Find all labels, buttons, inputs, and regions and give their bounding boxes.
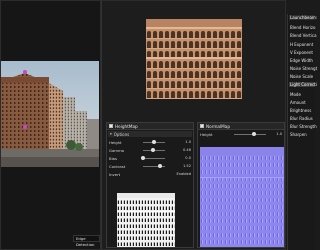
prop-item[interactable]: Noise Scale — [290, 74, 313, 79]
param-gamma-label: Gamma — [109, 147, 124, 153]
gamma-slider[interactable] — [143, 147, 165, 152]
param-gamma-value: 0.46 — [182, 148, 191, 152]
param-gamma: Gamma 0.46 — [109, 147, 191, 153]
normalmap-preview — [200, 147, 284, 247]
normalmap-title-bar[interactable]: NormalMap — [198, 123, 284, 130]
property-list: Launchbeam: Blend Horizo Blend Vertica H… — [287, 14, 317, 250]
normalmap-title: NormalMap — [206, 123, 230, 129]
prop-item[interactable]: Noise Strengt — [290, 66, 317, 71]
input-photo — [1, 61, 99, 167]
prop-item[interactable]: Blur Radius — [290, 116, 313, 121]
prop-item[interactable]: Blend Horizo — [290, 25, 315, 30]
param-height-value: 1.0 — [185, 140, 191, 144]
bias-slider[interactable] — [141, 155, 165, 160]
heightmap-node[interactable]: HeightMap ▾ Options Height 1.0 Gamma 0.4… — [106, 122, 194, 248]
normalmap-enable-checkbox[interactable] — [200, 124, 204, 128]
texture-workspace: HeightMap ▾ Options Height 1.0 Gamma 0.4… — [101, 0, 286, 250]
heightmap-preview — [117, 193, 175, 247]
height-slider[interactable] — [143, 139, 165, 144]
param-bias-label: Bias — [109, 155, 117, 161]
param-invert-value[interactable]: Enabled — [176, 172, 191, 176]
slider-knob[interactable] — [141, 155, 145, 160]
param-invert-label: Invert — [109, 171, 121, 177]
param-bias-value: 0.0 — [185, 156, 191, 160]
param-contrast: Contrast 1.52 — [109, 163, 191, 169]
heightmap-title: HeightMap — [115, 123, 138, 129]
prop-item[interactable]: Light Correcti — [289, 82, 317, 87]
param-normal-height-value: 1.0 — [276, 132, 282, 136]
param-height-label: Height — [109, 139, 122, 145]
prop-item[interactable]: Sharpen — [290, 132, 307, 137]
param-contrast-label: Contrast — [109, 163, 126, 169]
slider-knob[interactable] — [251, 131, 256, 136]
contrast-slider[interactable] — [143, 163, 165, 168]
prop-item[interactable]: Blend Vertica — [290, 33, 317, 38]
param-normal-height-label: Height — [200, 131, 213, 137]
prop-item[interactable]: Edge Width — [290, 58, 313, 63]
normal-height-slider[interactable] — [234, 131, 266, 136]
prop-item[interactable]: Brightness — [290, 108, 311, 113]
param-normal-height: Height 1.0 — [200, 131, 282, 137]
prop-item[interactable]: Blur Strength — [290, 124, 317, 129]
heightmap-options-header[interactable]: ▾ Options — [108, 131, 192, 137]
slider-knob[interactable] — [151, 147, 156, 152]
heightmap-enable-checkbox[interactable] — [109, 124, 113, 128]
prop-item[interactable]: Amount — [290, 100, 306, 105]
chevron-down-icon: ▾ — [110, 132, 112, 136]
texture-preview — [146, 19, 242, 99]
heightmap-title-bar[interactable]: HeightMap — [107, 123, 193, 130]
prop-item[interactable]: H Exponent — [290, 42, 313, 47]
normalmap-node[interactable]: NormalMap Height 1.0 — [197, 122, 285, 248]
prop-item[interactable]: V Exponent — [290, 50, 313, 55]
input-image-panel: Edge Detection — [0, 0, 101, 250]
param-height: Height 1.0 — [109, 139, 191, 145]
prop-item[interactable]: Mode — [290, 92, 301, 97]
param-contrast-value: 1.52 — [182, 164, 191, 168]
param-invert[interactable]: Invert Enabled — [109, 171, 191, 177]
prop-item[interactable]: Launchbeam: — [289, 15, 317, 20]
slider-knob[interactable] — [152, 139, 156, 144]
edge-detection-label: Edge Detection — [73, 235, 100, 247]
slider-knob[interactable] — [157, 163, 162, 168]
options-label: Options — [113, 131, 130, 137]
param-bias: Bias 0.0 — [109, 155, 191, 161]
